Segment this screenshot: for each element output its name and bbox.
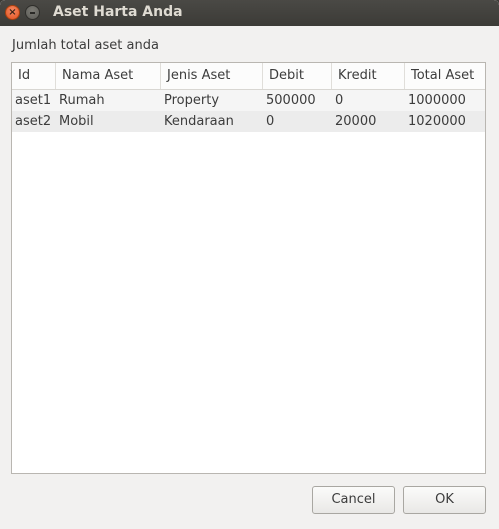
title-bar[interactable]: × Aset Harta Anda — [0, 0, 499, 26]
dialog-window: × Aset Harta Anda Jumlah total aset anda… — [0, 0, 499, 529]
cell-jenis-aset: Kendaraan — [164, 114, 234, 129]
ok-button[interactable]: OK — [403, 486, 486, 514]
page-title: Jumlah total aset anda — [12, 38, 159, 53]
cell-jenis-aset: Property — [164, 93, 220, 108]
window-title: Aset Harta Anda — [53, 4, 183, 20]
cell-total-aset: 1000000 — [408, 93, 466, 108]
cell-total-aset: 1020000 — [408, 114, 466, 129]
cell-id: aset2 — [15, 114, 52, 129]
table-header: Id Nama Aset Jenis Aset Debit Kredit Tot… — [12, 63, 485, 90]
table-row[interactable]: aset2 Mobil Kendaraan 0 20000 1020000 — [12, 111, 485, 132]
cell-id: aset1 — [15, 93, 52, 108]
cancel-button[interactable]: Cancel — [312, 486, 395, 514]
column-header-debit[interactable]: Debit — [263, 63, 332, 89]
cell-nama-aset: Mobil — [59, 114, 94, 129]
column-header-id[interactable]: Id — [12, 63, 56, 89]
column-header-kredit[interactable]: Kredit — [332, 63, 405, 89]
table-row[interactable]: aset1 Rumah Property 500000 0 1000000 — [12, 90, 485, 111]
column-header-total-aset[interactable]: Total Aset — [405, 63, 485, 89]
column-header-nama-aset[interactable]: Nama Aset — [56, 63, 161, 89]
cell-debit: 0 — [266, 114, 275, 129]
cell-kredit: 0 — [335, 93, 344, 108]
asset-table[interactable]: Id Nama Aset Jenis Aset Debit Kredit Tot… — [11, 62, 486, 474]
cell-nama-aset: Rumah — [59, 93, 105, 108]
cell-kredit: 20000 — [335, 114, 377, 129]
minimize-icon[interactable] — [25, 5, 40, 20]
cell-debit: 500000 — [266, 93, 316, 108]
close-icon[interactable]: × — [5, 5, 20, 20]
column-header-jenis-aset[interactable]: Jenis Aset — [161, 63, 263, 89]
